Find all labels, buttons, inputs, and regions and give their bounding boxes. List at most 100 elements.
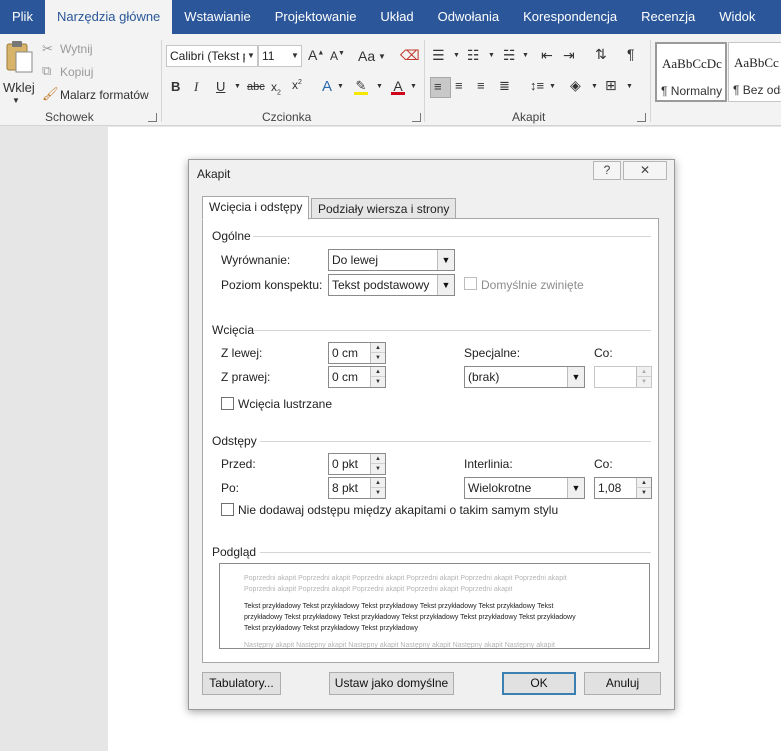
spin-down-icon[interactable]: ▼ — [370, 377, 385, 387]
spin-up-icon[interactable]: ▲ — [636, 478, 651, 488]
chevron-down-icon[interactable]: ▼ — [522, 52, 529, 59]
font-size-combo[interactable]: 11 ▼ — [258, 45, 302, 67]
text-effects-icon[interactable]: A — [322, 78, 332, 95]
chevron-down-icon[interactable]: ▼ — [376, 83, 383, 90]
line-spacing-select[interactable]: Wielokrotne ▼ — [464, 477, 585, 499]
spin-down-icon[interactable]: ▼ — [370, 353, 385, 363]
shading-icon[interactable]: ◈ — [570, 77, 581, 94]
align-right-icon[interactable]: ≡ — [477, 78, 485, 93]
underline-icon[interactable]: U — [216, 79, 225, 94]
indent-right-spinner[interactable]: 0 cm ▲ ▼ — [328, 366, 386, 388]
justify-icon[interactable]: ≣ — [499, 78, 510, 94]
indent-by-spinner[interactable]: ▲ ▼ — [594, 366, 652, 388]
tab-narzedzia-glowne[interactable]: Narzędzia główne — [44, 0, 173, 34]
chevron-down-icon[interactable]: ▼ — [453, 52, 460, 59]
set-as-default-button[interactable]: Ustaw jako domyślne — [329, 672, 454, 695]
preview-previous-paragraph: Poprzedni akapit Poprzedni akapit Poprze… — [244, 586, 513, 593]
preview-sample-paragraph: Tekst przykładowy Tekst przykładowy Teks… — [244, 603, 554, 610]
mirror-indents-checkbox[interactable] — [221, 397, 234, 410]
line-spacing-at-spinner[interactable]: 1,08 ▲ ▼ — [594, 477, 652, 499]
spin-down-icon[interactable]: ▼ — [370, 464, 385, 474]
section-preview: Podgląd — [212, 545, 257, 559]
style-normal[interactable]: AaBbCcDc ¶ Normalny — [655, 42, 727, 102]
special-indent-select[interactable]: (brak) ▼ — [464, 366, 585, 388]
tab-uklad[interactable]: Układ — [368, 0, 425, 34]
copy-button[interactable]: ⧉ Kopiuj — [42, 63, 102, 81]
tab-indents-spacing[interactable]: Wcięcia i odstępy — [202, 196, 310, 220]
format-painter-button[interactable]: 🖌 Malarz formatów — [42, 86, 154, 104]
paragraph-launcher-icon[interactable] — [637, 113, 646, 122]
tab-korespondencja[interactable]: Korespondencja — [511, 0, 629, 34]
align-left-button[interactable]: ≡ — [430, 77, 451, 98]
spin-up-icon[interactable]: ▲ — [370, 478, 385, 488]
paste-button[interactable]: Wklej ▼ — [2, 40, 36, 106]
spin-down-icon[interactable]: ▼ — [636, 377, 651, 387]
chevron-down-icon[interactable]: ▼ — [549, 83, 556, 90]
strikethrough-icon[interactable]: abc — [247, 81, 265, 93]
chevron-down-icon[interactable]: ▼ — [337, 83, 344, 90]
tab-line-page-breaks[interactable]: Podziały wiersza i strony — [311, 198, 457, 220]
spacing-before-spinner[interactable]: 0 pkt ▲ ▼ — [328, 453, 386, 475]
chevron-down-icon[interactable]: ▼ — [410, 83, 417, 90]
close-button[interactable]: ✕ — [623, 161, 667, 180]
collapsed-checkbox[interactable] — [464, 277, 477, 290]
spin-up-icon[interactable]: ▲ — [370, 343, 385, 353]
indent-left-spinner[interactable]: 0 cm ▲ ▼ — [328, 342, 386, 364]
increase-indent-icon[interactable]: ⇥ — [563, 47, 575, 64]
alignment-select[interactable]: Do lewej ▼ — [328, 249, 455, 271]
align-center-icon[interactable]: ≡ — [455, 78, 463, 93]
chevron-down-icon[interactable]: ▼ — [234, 83, 241, 90]
pilcrow-icon[interactable]: ¶ — [627, 46, 635, 62]
spin-down-icon[interactable]: ▼ — [370, 488, 385, 498]
font-name-combo[interactable]: Calibri (Tekst p ▼ — [166, 45, 258, 67]
tab-recenzja[interactable]: Recenzja — [629, 0, 707, 34]
spin-up-icon[interactable]: ▲ — [636, 367, 651, 377]
sort-icon[interactable]: ⇅ — [595, 46, 607, 63]
tab-widok[interactable]: Widok — [707, 0, 767, 34]
tab-wstawianie[interactable]: Wstawianie — [172, 0, 262, 34]
tabs-button[interactable]: Tabulatory... — [202, 672, 281, 695]
tab-odwolania[interactable]: Odwołania — [426, 0, 511, 34]
font-launcher-icon[interactable] — [412, 113, 421, 122]
numbering-icon[interactable]: ☷ — [467, 47, 480, 64]
ok-button[interactable]: OK — [502, 672, 576, 695]
style-sample: AaBbCcDc — [662, 56, 722, 71]
chevron-down-icon[interactable]: ▼ — [488, 52, 495, 59]
line-spacing-icon[interactable]: ↕≡ — [530, 78, 544, 93]
decrease-indent-icon[interactable]: ⇤ — [541, 47, 553, 64]
outline-level-select[interactable]: Tekst podstawowy ▼ — [328, 274, 455, 296]
font-color-icon[interactable]: A — [391, 78, 405, 95]
italic-icon[interactable]: I — [194, 79, 198, 95]
spin-up-icon[interactable]: ▲ — [370, 367, 385, 377]
spin-down-icon[interactable]: ▼ — [636, 488, 651, 498]
help-button[interactable]: ? — [593, 161, 621, 180]
borders-icon[interactable]: ⊞ — [605, 77, 617, 94]
chevron-down-icon[interactable]: ▼ — [591, 83, 598, 90]
bold-icon[interactable]: B — [171, 79, 180, 94]
clipboard-launcher-icon[interactable] — [148, 113, 157, 122]
multilevel-list-icon[interactable]: ☵ — [503, 47, 516, 64]
cancel-button[interactable]: Anuluj — [584, 672, 661, 695]
chevron-down-icon: ▼ — [567, 478, 584, 498]
highlight-icon[interactable]: ✎ — [354, 78, 368, 95]
spin-up-icon[interactable]: ▲ — [370, 454, 385, 464]
chevron-down-icon[interactable]: ▼ — [626, 83, 633, 90]
tab-projektowanie[interactable]: Projektowanie — [263, 0, 369, 34]
superscript-icon[interactable]: x2 — [292, 78, 302, 92]
change-case-button[interactable]: Aa ▼ — [358, 48, 388, 66]
paintbrush-icon: 🖌 — [42, 86, 59, 101]
shrink-font-icon[interactable]: A▼ — [330, 49, 345, 63]
tab-plik[interactable]: Plik — [0, 0, 45, 34]
style-no-spacing[interactable]: AaBbCc ¶ Bez ods — [728, 42, 781, 102]
subscript-icon[interactable]: x2 — [271, 80, 281, 96]
cut-button[interactable]: ✂ Wytnij — [42, 40, 102, 58]
clear-formatting-icon[interactable]: ⌫ — [400, 47, 420, 64]
spacing-after-spinner[interactable]: 8 pkt ▲ ▼ — [328, 477, 386, 499]
outline-level-value: Tekst podstawowy — [332, 278, 430, 292]
font-name-value: Calibri (Tekst p — [170, 49, 250, 63]
indent-right-value: 0 cm — [332, 370, 359, 384]
group-label-paragraph: Akapit — [512, 110, 546, 124]
grow-font-icon[interactable]: A▲ — [308, 47, 324, 63]
bullets-icon[interactable]: ☰ — [432, 47, 445, 64]
no-space-same-style-checkbox[interactable] — [221, 503, 234, 516]
